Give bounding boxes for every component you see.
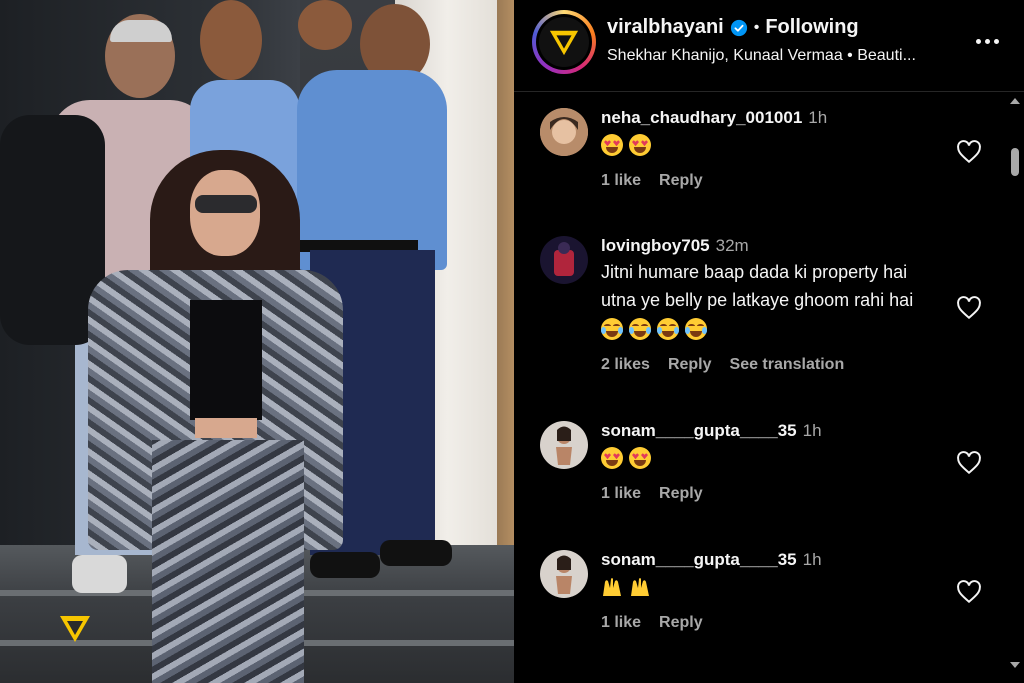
comment-body: lovingboy705 32m Jitni humare baap dada k… [601, 236, 941, 374]
heart-eyes-emoji [629, 447, 651, 470]
dot [984, 38, 990, 44]
separator-dot: • [753, 18, 760, 36]
comment-meta: 1 like Reply [601, 614, 941, 632]
profile-avatar[interactable] [532, 10, 596, 74]
comment-text [601, 572, 941, 600]
shoe [380, 540, 452, 566]
dot [975, 38, 981, 44]
comment-likes[interactable]: 1 like [601, 485, 641, 503]
avatar-photo [540, 236, 588, 284]
verified-badge-icon [730, 19, 747, 36]
comment-time[interactable]: 1h [808, 108, 827, 127]
heart-outline-icon[interactable] [956, 580, 982, 604]
avatar-photo [540, 550, 588, 598]
dot [993, 38, 999, 44]
viral-bhayani-logo [60, 616, 90, 642]
person-head [298, 0, 352, 50]
comment-text [601, 130, 941, 158]
comment-likes[interactable]: 2 likes [601, 356, 650, 374]
woman-face [190, 170, 260, 256]
post-media[interactable] [0, 0, 514, 683]
comment-text-content: Jitni humare baap dada ki property hai u… [601, 262, 914, 310]
post-header: viralbhayani • Following Shekhar Khanijo… [514, 0, 1024, 92]
comments-scrollbar[interactable] [1008, 96, 1022, 670]
shoe [310, 552, 380, 578]
comment-meta: 1 like Reply [601, 485, 941, 503]
comment-text: Jitni humare baap dada ki property hai u… [601, 258, 941, 342]
comment-likes[interactable]: 1 like [601, 172, 641, 190]
comment-avatar[interactable] [540, 421, 588, 469]
comment-avatar[interactable] [540, 108, 588, 156]
comment-body: sonam____gupta____35 1h 1 like Reply [601, 550, 941, 632]
viral-bhayani-logo [539, 17, 589, 67]
comment-body: sonam____gupta____35 1h 1 like Reply [601, 421, 941, 503]
scroll-thumb[interactable] [1011, 148, 1019, 176]
follow-status-button[interactable]: Following [765, 16, 858, 39]
reply-button[interactable]: Reply [659, 172, 703, 190]
comment-meta: 1 like Reply [601, 172, 941, 190]
laughing-emoji [657, 318, 679, 341]
heart-outline-icon[interactable] [956, 140, 982, 164]
reply-button[interactable]: Reply [659, 485, 703, 503]
scroll-down-arrow[interactable] [1010, 662, 1020, 668]
avatar-border [536, 14, 592, 70]
tagged-people-line[interactable]: Shekhar Khanijo, Kunaal Vermaa • Beauti.… [607, 47, 967, 65]
woman-black-top [190, 300, 262, 420]
heart-outline-icon[interactable] [956, 451, 982, 475]
header-title-row: viralbhayani • Following [607, 16, 859, 39]
avatar-photo [540, 421, 588, 469]
comment-avatar[interactable] [540, 550, 588, 598]
person-hair [110, 20, 172, 42]
comment-body: neha_chaudhary_001001 1h 1 like Reply [601, 108, 941, 190]
comments-panel: viralbhayani • Following Shekhar Khanijo… [514, 0, 1024, 683]
comment-text [601, 443, 941, 471]
person-head [200, 0, 262, 80]
comment-username[interactable]: neha_chaudhary_001001 [601, 108, 802, 127]
avatar-photo [540, 108, 588, 156]
scroll-up-arrow[interactable] [1010, 98, 1020, 104]
woman-waist [195, 418, 257, 438]
comment-username[interactable]: sonam____gupta____35 [601, 421, 797, 440]
reply-button[interactable]: Reply [668, 356, 712, 374]
laughing-emoji [601, 318, 623, 341]
post-username[interactable]: viralbhayani [607, 16, 724, 39]
laughing-emoji [629, 318, 651, 341]
sunglasses [195, 195, 257, 213]
comment-time[interactable]: 1h [803, 421, 822, 440]
comment-username[interactable]: sonam____gupta____35 [601, 550, 797, 569]
comment-username[interactable]: lovingboy705 [601, 236, 710, 255]
reply-button[interactable]: Reply [659, 614, 703, 632]
logo-v-icon [549, 30, 579, 56]
heart-eyes-emoji [629, 134, 651, 157]
comment-time[interactable]: 1h [803, 550, 822, 569]
more-options-icon[interactable] [970, 26, 1004, 56]
woman-printed-pants [152, 440, 304, 683]
raised-hands-emoji [629, 576, 651, 598]
comment-time[interactable]: 32m [716, 236, 749, 255]
laughing-emoji [685, 318, 707, 341]
heart-eyes-emoji [601, 447, 623, 470]
see-translation-link[interactable]: See translation [730, 356, 845, 374]
comment-meta: 2 likes Reply See translation [601, 356, 941, 374]
raised-hands-emoji [601, 576, 623, 598]
comment-likes[interactable]: 1 like [601, 614, 641, 632]
heart-outline-icon[interactable] [956, 296, 982, 320]
heart-eyes-emoji [601, 134, 623, 157]
comment-avatar[interactable] [540, 236, 588, 284]
sneaker [72, 555, 127, 593]
